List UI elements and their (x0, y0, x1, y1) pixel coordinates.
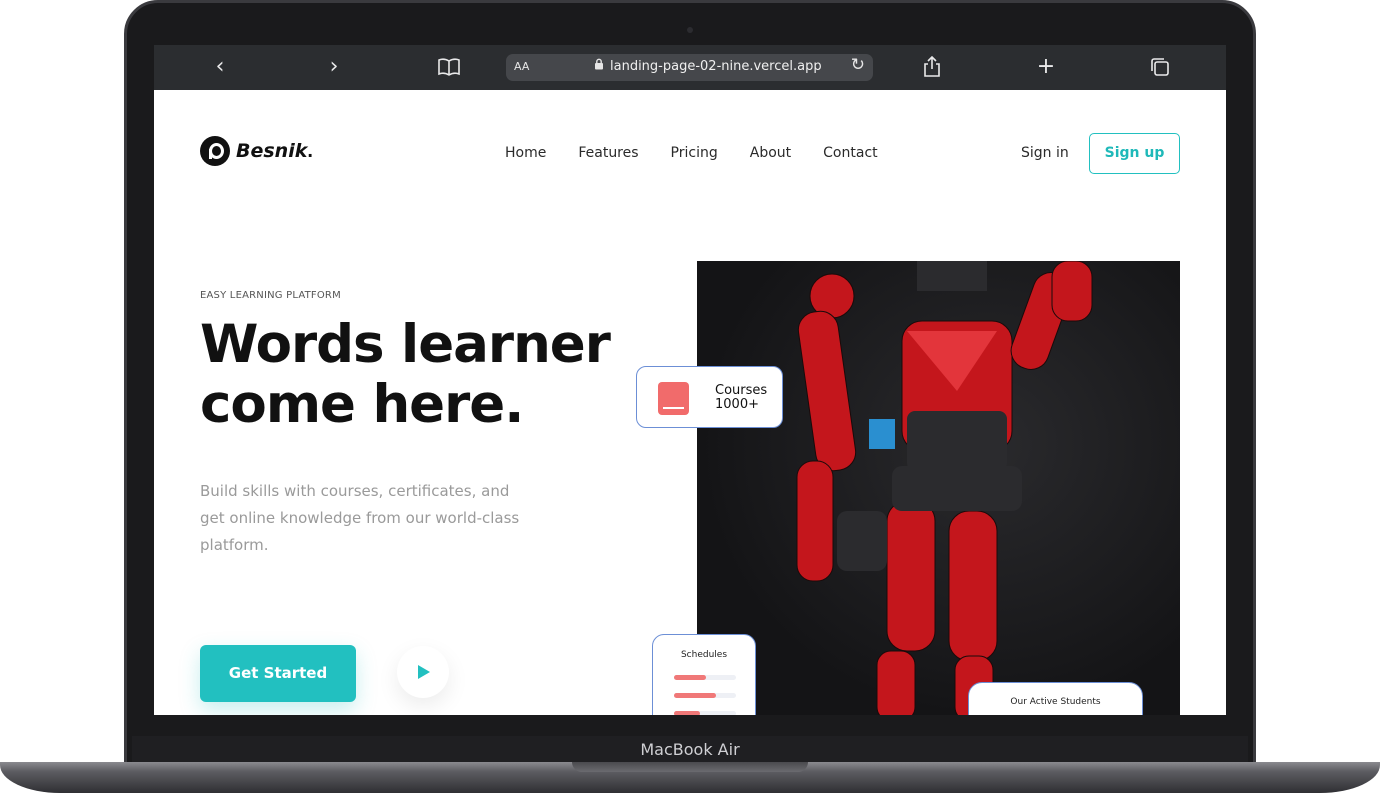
active-students-card: Our Active Students (968, 682, 1143, 715)
hero-eyebrow: EASY LEARNING PLATFORM (200, 290, 341, 301)
courses-label: Courses (715, 383, 768, 398)
headline-line-1: Words learner (200, 314, 611, 375)
get-started-button[interactable]: Get Started (200, 645, 356, 702)
new-tab-icon[interactable]: + (1031, 53, 1061, 81)
lock-icon (594, 58, 604, 73)
nav-features[interactable]: Features (578, 145, 638, 161)
hero-subtext: Build skills with courses, certificates,… (200, 482, 520, 554)
laptop-screen: ‹ › AA landing-page-02-nine.vercel.app ↻… (154, 45, 1226, 715)
schedule-bar (674, 675, 736, 680)
brand-dot: . (307, 139, 313, 162)
book-icon (658, 382, 689, 415)
courses-text: Courses 1000+ (715, 384, 767, 412)
robot-hero-image (697, 261, 1180, 715)
webcam (687, 27, 693, 33)
nav-home[interactable]: Home (505, 145, 546, 161)
url-text: landing-page-02-nine.vercel.app (610, 59, 822, 74)
brand-name: Besnik (236, 140, 308, 162)
courses-count: 1000+ (715, 397, 759, 412)
active-students-title: Our Active Students (1010, 697, 1101, 707)
device-label: MacBook Air (640, 740, 740, 759)
logo-icon (200, 136, 230, 166)
text-size-button[interactable]: AA (514, 60, 529, 73)
brand-logo[interactable]: Besnik . (200, 136, 313, 166)
landing-page: Besnik . Home Features Pricing About Con… (154, 90, 1226, 715)
share-icon[interactable] (917, 53, 947, 81)
address-bar[interactable]: AA landing-page-02-nine.vercel.app ↻ (506, 54, 873, 81)
sign-up-button[interactable]: Sign up (1089, 133, 1180, 174)
forward-icon[interactable]: › (319, 53, 349, 81)
reload-icon[interactable]: ↻ (851, 55, 865, 75)
tabs-overview-icon[interactable] (1145, 53, 1175, 81)
sign-in-link[interactable]: Sign in (1021, 145, 1069, 161)
main-nav: Home Features Pricing About Contact (505, 145, 878, 161)
bookmarks-icon[interactable] (434, 53, 464, 81)
courses-card: Courses 1000+ (636, 366, 783, 428)
play-video-button[interactable] (397, 646, 449, 698)
browser-toolbar: ‹ › AA landing-page-02-nine.vercel.app ↻… (154, 45, 1226, 90)
schedules-title: Schedules (680, 650, 728, 660)
back-icon[interactable]: ‹ (205, 53, 235, 81)
nav-contact[interactable]: Contact (823, 145, 877, 161)
laptop-notch (572, 762, 808, 772)
nav-about[interactable]: About (750, 145, 791, 161)
hero-headline: Words learner come here. (200, 315, 620, 435)
nav-pricing[interactable]: Pricing (671, 145, 718, 161)
schedule-bar (674, 711, 736, 715)
schedule-bar (674, 693, 736, 698)
headline-line-2: come here. (200, 374, 524, 435)
schedules-card: Schedules (652, 634, 756, 715)
laptop-mockup: ‹ › AA landing-page-02-nine.vercel.app ↻… (0, 0, 1380, 793)
